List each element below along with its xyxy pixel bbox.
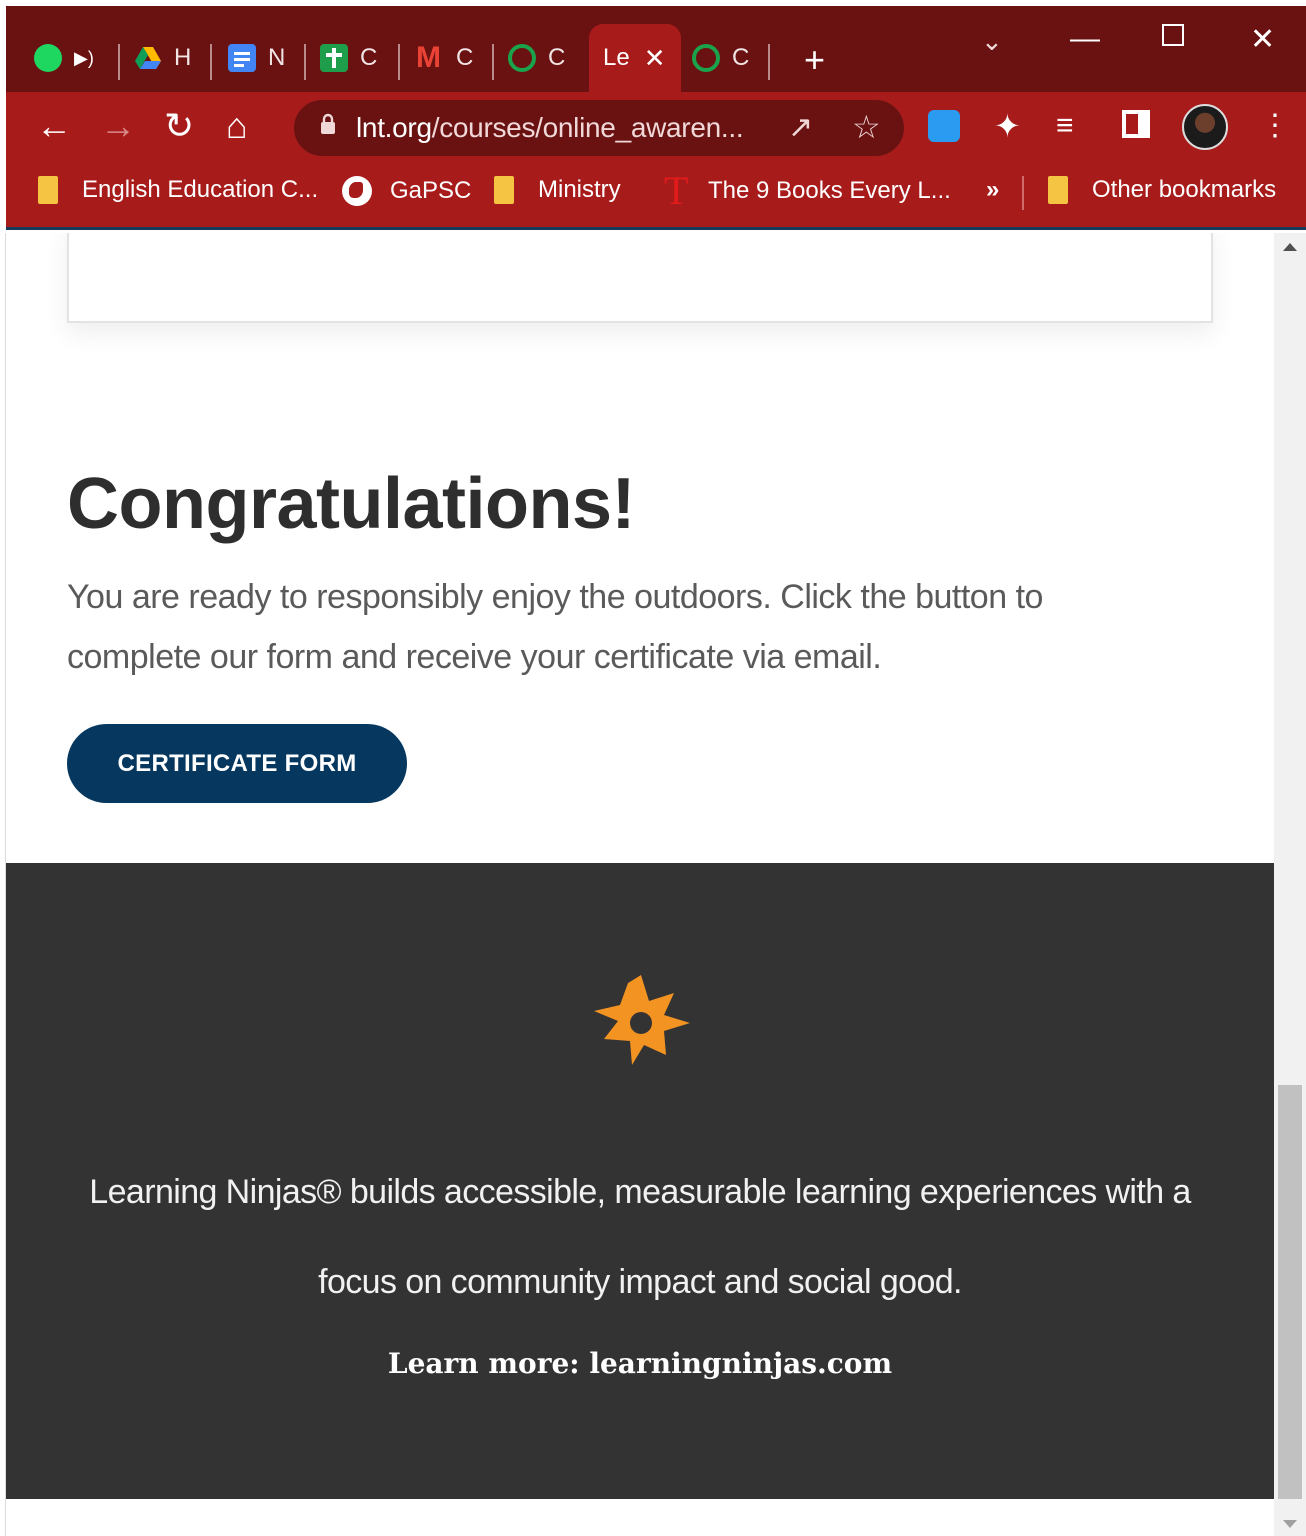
globe-icon: [342, 176, 372, 206]
spotify-icon: [34, 44, 62, 72]
tab-title: H: [174, 44, 192, 71]
scroll-up-arrow-icon[interactable]: [1283, 243, 1297, 251]
reload-icon[interactable]: ↻: [164, 106, 194, 146]
tab-active[interactable]: Le ✕: [589, 24, 681, 92]
bookmark-item[interactable]: Ministry: [494, 176, 621, 204]
content-card: [67, 233, 1213, 323]
tab-title: Le: [603, 44, 630, 71]
url-path: /courses/online_awaren...: [431, 112, 744, 143]
bookmark-label: The 9 Books Every L...: [708, 177, 951, 204]
vertical-scrollbar[interactable]: [1274, 233, 1306, 1536]
tab-title: N: [268, 44, 286, 71]
tab-separator: [210, 44, 212, 80]
side-panel-icon[interactable]: [1122, 110, 1150, 138]
close-icon[interactable]: ✕: [644, 43, 666, 74]
share-icon[interactable]: ↗: [788, 110, 813, 145]
gmail-icon: M: [416, 41, 441, 74]
bookmark-label: English Education C...: [82, 176, 319, 203]
certificate-form-button[interactable]: CERTIFICATE FORM: [67, 724, 407, 803]
tab-gmail[interactable]: M C: [416, 24, 473, 92]
window-close-icon[interactable]: ✕: [1250, 22, 1275, 57]
browser-window: ▶) H N C M C C Le ✕ C + ⌄ — ✕ ← → ↻ ⌂ ln…: [0, 0, 1306, 1536]
google-docs-icon: [228, 44, 256, 72]
bookmarks-separator: [1022, 176, 1024, 210]
swirl-icon: [508, 44, 536, 72]
speaker-icon: ▶): [74, 47, 94, 68]
tab-separator: [118, 44, 120, 80]
folder-icon: [1048, 176, 1068, 204]
tab-separator: [768, 44, 770, 80]
forward-icon[interactable]: →: [100, 106, 136, 146]
tab-spotify[interactable]: ▶): [34, 24, 94, 92]
maximize-icon[interactable]: [1162, 24, 1184, 46]
bookmark-label: GaPSC: [390, 177, 472, 204]
profile-avatar[interactable]: [1182, 104, 1228, 150]
bookmark-star-icon[interactable]: ☆: [852, 108, 881, 146]
tab-separator: [492, 44, 494, 80]
bookmark-item[interactable]: GaPSC: [342, 176, 471, 206]
url-host: lnt.org: [356, 112, 432, 143]
tab-title: C: [456, 44, 474, 71]
bookmarks-bar: English Education C... GaPSC Ministry T …: [6, 162, 1306, 230]
page-title: Congratulations!: [67, 464, 635, 544]
footer-learn-more-link[interactable]: Learn more: learningninjas.com: [6, 1347, 1274, 1380]
folder-icon: [38, 176, 58, 204]
lock-icon: [321, 113, 335, 134]
tab-title: C: [548, 44, 566, 71]
tab-docs[interactable]: N: [228, 24, 285, 92]
bookmark-item[interactable]: T The 9 Books Every L...: [664, 168, 951, 213]
page-viewport: Congratulations! You are ready to respon…: [6, 233, 1274, 1536]
t-icon: T: [664, 168, 689, 213]
bookmark-label: Other bookmarks: [1092, 176, 1277, 203]
home-icon[interactable]: ⌂: [226, 106, 248, 146]
tab-strip: ▶) H N C M C C Le ✕ C + ⌄ — ✕: [6, 6, 1306, 92]
new-tab-icon[interactable]: +: [804, 42, 825, 78]
lead-paragraph: You are ready to responsibly enjoy the o…: [67, 578, 1043, 676]
address-bar[interactable]: lnt.org/courses/online_awaren... ↗ ☆: [294, 100, 904, 156]
folder-icon: [494, 176, 514, 204]
swirl-icon: [692, 44, 720, 72]
browser-toolbar: ← → ↻ ⌂ lnt.org/courses/online_awaren...…: [6, 92, 1306, 162]
menu-kebab-icon[interactable]: ⋮: [1260, 106, 1290, 146]
tab-swirl-2[interactable]: C: [692, 24, 749, 92]
tab-title: C: [360, 44, 378, 71]
tab-separator: [304, 44, 306, 80]
classroom-icon: [320, 44, 348, 72]
tab-swirl[interactable]: C: [508, 24, 565, 92]
google-drive-icon: [135, 47, 161, 69]
bookmarks-overflow-chevron[interactable]: »: [986, 176, 999, 204]
bookmark-label: Ministry: [538, 176, 621, 203]
footer-mission-text: Learning Ninjas® builds accessible, meas…: [89, 1173, 1191, 1301]
back-icon[interactable]: ←: [36, 106, 72, 146]
scroll-down-arrow-icon[interactable]: [1283, 1520, 1297, 1528]
other-bookmarks[interactable]: Other bookmarks: [1048, 176, 1276, 204]
ninja-star-logo-icon: [594, 975, 690, 1065]
minimize-icon[interactable]: —: [1070, 22, 1100, 56]
cloud-extension-icon[interactable]: [928, 110, 960, 142]
tab-separator: [398, 44, 400, 80]
url-text: lnt.org/courses/online_awaren...: [356, 112, 744, 144]
scrollbar-thumb[interactable]: [1278, 1085, 1302, 1499]
tab-search-chevron-icon[interactable]: ⌄: [981, 26, 1003, 57]
tab-classroom[interactable]: C: [320, 24, 377, 92]
tab-title: C: [732, 44, 750, 71]
tab-drive[interactable]: H: [134, 24, 191, 92]
bookmark-item[interactable]: English Education C...: [38, 176, 318, 204]
extensions-puzzle-icon[interactable]: ✦: [994, 106, 1021, 146]
media-control-icon[interactable]: ≡: [1056, 106, 1074, 146]
footer: Learning Ninjas® builds accessible, meas…: [6, 863, 1274, 1499]
